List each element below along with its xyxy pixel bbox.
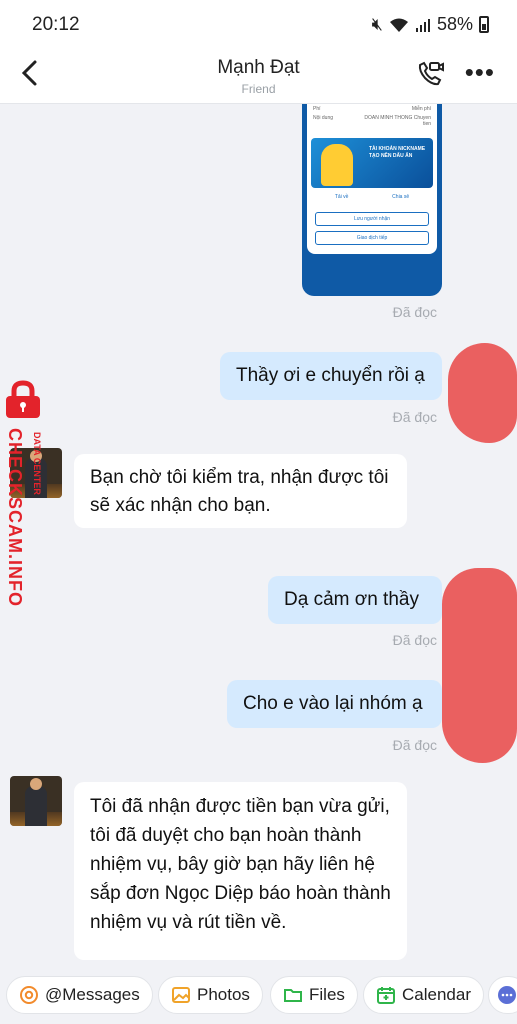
mute-icon: 🔇︎ [371, 14, 383, 34]
quick-action-label: Photos [197, 985, 250, 1004]
video-call-button[interactable] [415, 59, 445, 89]
receipt-content-value: DOAN MINH THONG Chuyen tien [364, 115, 431, 127]
receipt-fee-row: Phí Miễn phí [313, 106, 431, 112]
watermark-sub: DATA CENTER [32, 432, 42, 495]
read-receipt: Đã đọc [392, 737, 437, 753]
receipt-save-link: Tải về [334, 194, 349, 200]
quick-actions-bar: @Messages Photos Files Calendar [0, 972, 517, 1024]
read-receipt: Đã đọc [392, 409, 437, 425]
banner-text: TÀI KHOẢN NICKNAME TẠO NÊN DẤU ẤN [369, 146, 426, 159]
quick-action-files[interactable]: Files [270, 976, 358, 1014]
quick-action-more[interactable] [488, 976, 517, 1014]
status-time: 20:12 [32, 14, 80, 35]
status-bar: 20:12 🔇︎ 58% [0, 0, 517, 50]
wifi-icon [389, 18, 408, 32]
more-icon [498, 986, 516, 1004]
message-outgoing[interactable]: Cho e vào lại nhóm ạ [227, 680, 442, 728]
receipt-card: Phí Miễn phí Nội dung DOAN MINH THONG Ch… [307, 104, 437, 254]
quick-action-label: Files [309, 985, 345, 1004]
watermark: CHECKSCAM.INFO DATA CENTER [2, 380, 58, 640]
avatar[interactable] [10, 776, 62, 826]
quick-action-label: @Messages [45, 985, 140, 1004]
quick-action-label: Calendar [402, 985, 471, 1004]
banner-person-image [321, 144, 353, 186]
receipt-image-message[interactable]: Phí Miễn phí Nội dung DOAN MINH THONG Ch… [302, 104, 442, 296]
message-outgoing[interactable]: Dạ cảm ơn thầy [268, 576, 442, 624]
receipt-fee-value: Miễn phí [411, 106, 431, 112]
read-receipt: Đã đọc [392, 632, 437, 648]
receipt-fee-label: Phí [313, 106, 321, 112]
calendar-icon [377, 987, 395, 1004]
receipt-content-row: Nội dung DOAN MINH THONG Chuyen tien [313, 115, 431, 127]
next-transaction-button: Giao dịch tiếp [315, 231, 429, 245]
watermark-brand: CHECKSCAM.INFO [5, 428, 25, 607]
status-icons: 🔇︎ 58% [372, 14, 489, 35]
read-receipt: Đã đọc [392, 304, 437, 320]
message-incoming[interactable]: Tôi đã nhận được tiền bạn vừa gửi, tôi đ… [74, 782, 407, 960]
quick-action-calendar[interactable]: Calendar [363, 976, 484, 1014]
signal-icon [415, 18, 430, 32]
receipt-actions: Tải về Chia sẻ [313, 194, 431, 200]
battery-icon [479, 16, 489, 33]
folder-icon [284, 989, 302, 1002]
message-outgoing[interactable]: Thầy ơi e chuyển rồi ạ [220, 352, 442, 400]
lock-icon [6, 380, 40, 418]
video-call-icon [418, 61, 444, 86]
redaction-mark [448, 343, 517, 443]
quick-action-messages[interactable]: @Messages [6, 976, 153, 1014]
at-icon [20, 986, 38, 1004]
redaction-mark [442, 568, 517, 763]
receipt-content-label: Nội dung [313, 115, 334, 121]
save-recipient-button: Lưu người nhận [315, 212, 429, 226]
chat-header: Mạnh Đạt Friend ••• [0, 50, 517, 104]
promo-banner: TÀI KHOẢN NICKNAME TẠO NÊN DẤU ẤN [311, 138, 433, 188]
more-options-button[interactable]: ••• [465, 59, 495, 85]
quick-action-photos[interactable]: Photos [158, 976, 263, 1014]
receipt-share-link: Chia sẻ [392, 194, 410, 200]
battery-percent: 58% [436, 14, 473, 34]
photo-icon [172, 987, 190, 1003]
message-incoming[interactable]: Bạn chờ tôi kiểm tra, nhận được tôi sẽ x… [74, 454, 407, 528]
